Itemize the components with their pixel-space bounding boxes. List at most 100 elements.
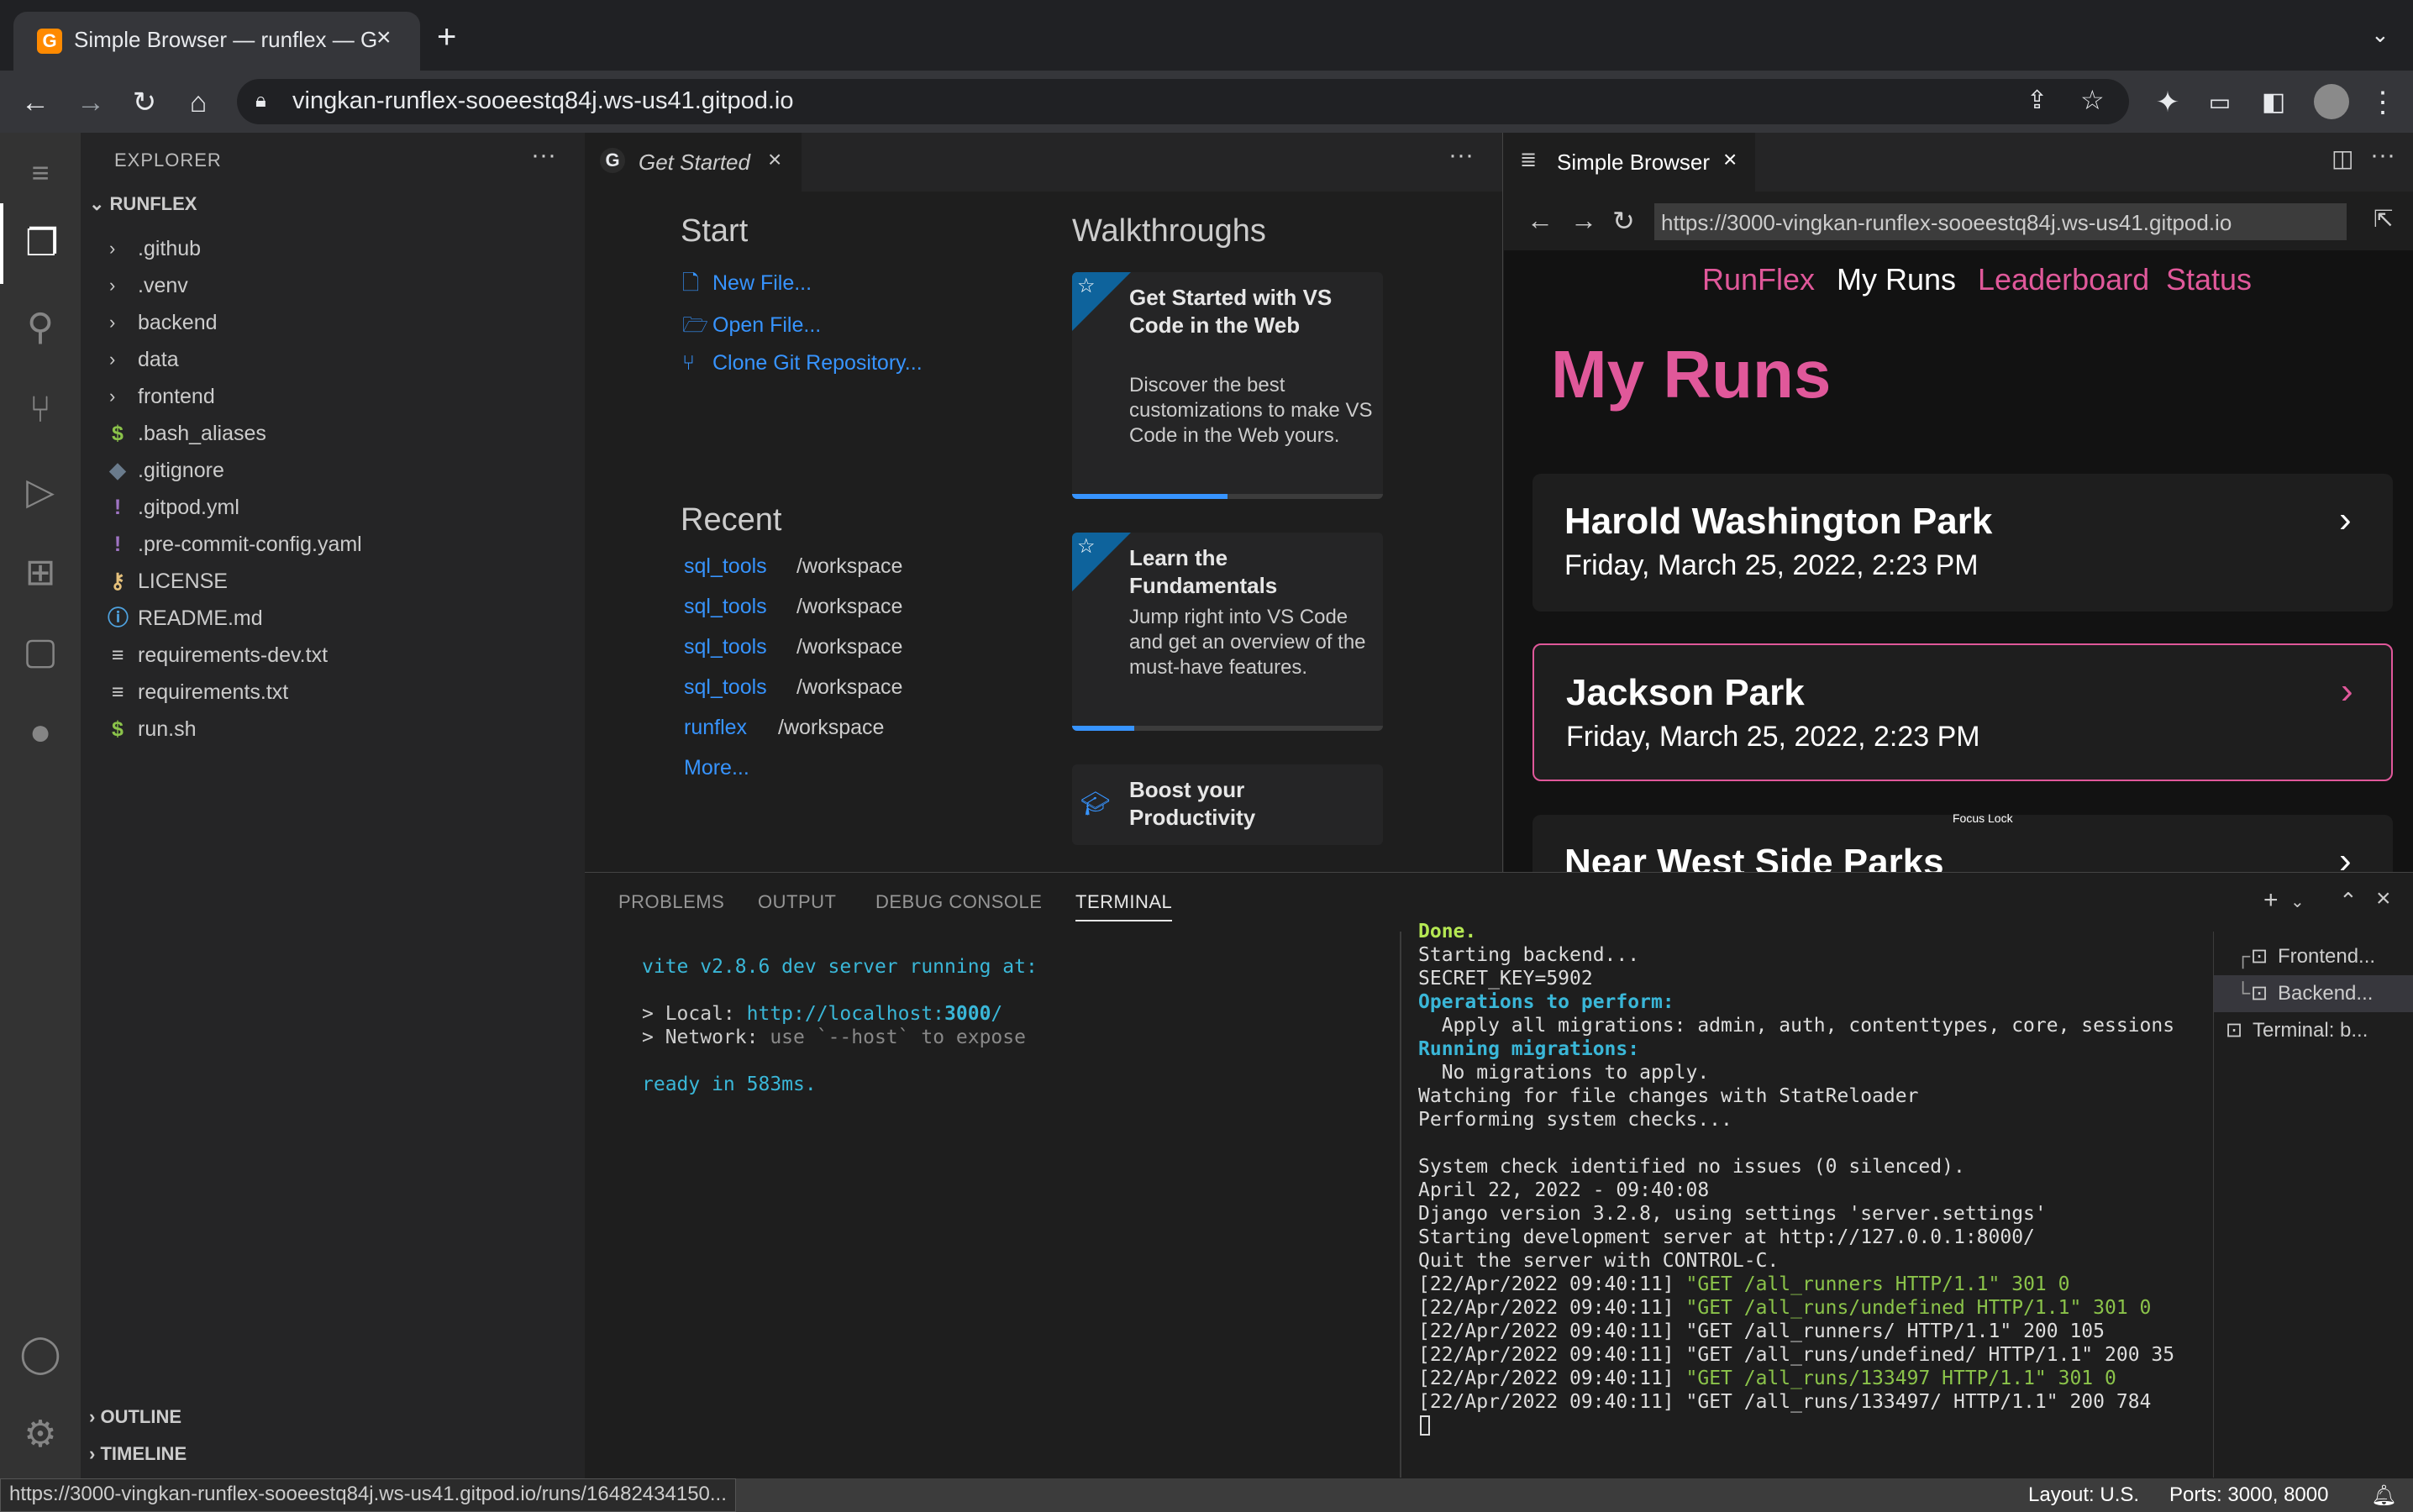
reload-icon[interactable]: ↻ [128, 86, 161, 119]
editor-more-actions-icon[interactable]: ··· [2370, 141, 2395, 170]
reload-icon[interactable]: ↻ [1612, 205, 1635, 237]
new-terminal-icon[interactable]: + [2263, 886, 2279, 915]
walkthrough-card-productivity[interactable]: 🎓︎ Boost your Productivity [1072, 764, 1383, 845]
split-editor-icon[interactable]: ◫ [2332, 144, 2353, 172]
nav-my-runs[interactable]: My Runs [1837, 262, 1956, 297]
cast-icon[interactable]: ▭ [2203, 86, 2237, 119]
chevron-down-icon[interactable]: ⌄ [2290, 891, 2305, 912]
open-external-icon[interactable]: ⇱ [2374, 205, 2393, 233]
close-panel-icon[interactable]: × [2376, 885, 2391, 913]
tree-file[interactable]: ≡ requirements-dev.txt [81, 637, 585, 674]
maximize-panel-chevron-up-icon[interactable]: ⌃ [2339, 888, 2358, 914]
address-bar[interactable]: 🔒︎ vingkan-runflex-sooeestq84j.ws-us41.g… [237, 79, 2129, 124]
tab-problems[interactable]: PROBLEMS [618, 891, 724, 913]
terminal-line: [22/Apr/2022 09:40:11] "GET /all_runs/un… [1418, 1296, 2151, 1320]
keyboard-layout-status[interactable]: Layout: U.S. [2028, 1483, 2139, 1507]
recent-workspace-link[interactable]: sql_tools [684, 675, 767, 700]
editor-more-actions-icon[interactable]: ··· [1448, 141, 1474, 170]
terminal-right[interactable]: Done. Starting backend... SECRET_KEY=5902 O… [1418, 920, 2208, 1457]
tree-folder[interactable]: › frontend [81, 378, 585, 415]
nav-runflex[interactable]: RunFlex [1702, 262, 1815, 297]
tab-debug-console[interactable]: DEBUG CONSOLE [875, 891, 1042, 913]
tree-folder[interactable]: › data [81, 341, 585, 378]
new-tab-icon[interactable]: + [437, 18, 456, 56]
tab-get-started[interactable]: G Get Started × [585, 133, 802, 192]
explorer-files-icon[interactable]: ❐ [0, 203, 81, 284]
workspace-section-header[interactable]: ⌄ RUNFLEX [89, 193, 197, 215]
lock-icon[interactable]: 🔒︎ [255, 89, 266, 113]
browser-tab[interactable]: G Simple Browser — runflex — G × [13, 12, 420, 71]
tree-file[interactable]: ◆ .gitignore [81, 452, 585, 489]
profile-avatar[interactable] [2314, 84, 2349, 119]
chevron-right-icon: › [2339, 840, 2352, 872]
terminal-line-text: "GET /all_runners HTTP/1.1" 301 0 [1685, 1273, 2070, 1295]
back-icon[interactable]: ← [1527, 205, 1553, 236]
chrome-menu-icon[interactable]: ⋮ [2366, 86, 2400, 119]
simple-browser-url-input[interactable]: https://3000-vingkan-runflex-sooeestq84j… [1654, 203, 2347, 240]
nav-leaderboard[interactable]: Leaderboard [1978, 262, 2149, 297]
github-icon[interactable]: ● [0, 692, 81, 773]
tree-folder[interactable]: › .venv [81, 267, 585, 304]
back-icon[interactable]: ← [18, 86, 52, 119]
nav-status[interactable]: Status [2166, 262, 2252, 297]
walkthrough-title: Learn the Fundamentals [1129, 545, 1278, 598]
forward-icon[interactable]: → [1570, 205, 1597, 236]
timeline-section-header[interactable]: › TIMELINE [89, 1443, 187, 1465]
local-url[interactable]: http://localhost: [747, 1003, 944, 1025]
clone-git-link[interactable]: ⑂ Clone Git Repository... [682, 351, 923, 375]
tree-file[interactable]: ! .gitpod.yml [81, 489, 585, 526]
recent-workspace-link[interactable]: sql_tools [684, 595, 767, 619]
share-icon[interactable]: ⇪ [2027, 86, 2048, 115]
search-icon[interactable]: ⚲ [0, 287, 81, 368]
terminal-line-text: "GET /all_runners/ HTTP/1.1" 200 105 [1685, 1320, 2105, 1342]
close-tab-icon[interactable]: × [376, 24, 392, 52]
tree-file[interactable]: ≡ requirements.txt [81, 674, 585, 711]
tab-output[interactable]: OUTPUT [758, 891, 836, 913]
recent-workspace-link[interactable]: runflex [684, 716, 747, 740]
walkthrough-card-fundamentals[interactable]: ☆ Learn the Fundamentals Jump right into… [1072, 533, 1383, 731]
tab-search-chevron-icon[interactable]: ⌄ [2371, 22, 2389, 48]
side-panel-icon[interactable]: ◧ [2257, 86, 2290, 119]
run-card[interactable]: Jackson Park Friday, March 25, 2022, 2:2… [1532, 643, 2393, 781]
terminal-tab-backend[interactable]: └ ⊡ Backend... [2214, 975, 2413, 1012]
run-card[interactable]: Harold Washington Park Friday, March 25,… [1532, 474, 2393, 612]
bookmark-star-icon[interactable]: ☆ [2080, 84, 2105, 116]
tree-folder[interactable]: › backend [81, 304, 585, 341]
tree-file[interactable]: ! .pre-commit-config.yaml [81, 526, 585, 563]
open-file-link[interactable]: 🗁︎ Open File... [682, 309, 821, 345]
close-icon[interactable]: × [1723, 146, 1737, 173]
remote-explorer-icon[interactable]: ▢ [0, 612, 81, 692]
explorer-more-actions-icon[interactable]: ··· [531, 141, 556, 170]
menu-icon[interactable]: ≡ [0, 133, 81, 213]
walkthrough-card-vscode-web[interactable]: ☆ Get Started with VS Code in the Web Di… [1072, 272, 1383, 499]
tree-folder[interactable]: › .github [81, 230, 585, 267]
terminal-tab-label: Backend... [2278, 982, 2374, 1005]
terminal-line: Watching for file changes with StatReloa… [1418, 1084, 1918, 1108]
tab-terminal[interactable]: TERMINAL [1075, 891, 1173, 921]
tree-file[interactable]: ⓘ README.md [81, 600, 585, 637]
forward-icon[interactable]: → [74, 86, 108, 119]
recent-workspace-link[interactable]: sql_tools [684, 554, 767, 579]
terminal-tab-frontend[interactable]: ┌ ⊡ Frontend... [2214, 938, 2413, 975]
tab-simple-browser[interactable]: ≣ Simple Browser × [1503, 133, 1755, 192]
tree-file[interactable]: $ .bash_aliases [81, 415, 585, 452]
ports-status[interactable]: Ports: 3000, 8000 [2169, 1483, 2328, 1507]
terminal-tab-bash[interactable]: ⊡ Terminal: b... [2214, 1012, 2413, 1049]
close-icon[interactable]: × [768, 146, 781, 173]
accounts-icon[interactable]: ◯ [0, 1314, 81, 1394]
new-file-link[interactable]: 🗋︎ New File... [682, 267, 812, 303]
more-recent-link[interactable]: More... [684, 756, 749, 780]
tree-file[interactable]: $ run.sh [81, 711, 585, 748]
run-debug-icon[interactable]: ▷ [0, 452, 81, 533]
extensions-icon[interactable]: ⊞ [0, 533, 81, 613]
outline-section-header[interactable]: › OUTLINE [89, 1406, 181, 1428]
settings-gear-icon[interactable]: ⚙ [0, 1394, 81, 1475]
source-control-icon[interactable]: ⑂ [0, 370, 81, 450]
home-icon[interactable]: ⌂ [181, 86, 215, 119]
extensions-puzzle-icon[interactable]: ✦ [2151, 86, 2184, 119]
run-card[interactable]: Near West Side Parks › Focus Lock [1532, 811, 2393, 872]
notifications-bell-icon[interactable]: 🔔︎ [2371, 1483, 2396, 1508]
recent-workspace-link[interactable]: sql_tools [684, 635, 767, 659]
tree-file[interactable]: ⚷ LICENSE [81, 563, 585, 600]
terminal-split-divider[interactable] [1400, 932, 1401, 1478]
